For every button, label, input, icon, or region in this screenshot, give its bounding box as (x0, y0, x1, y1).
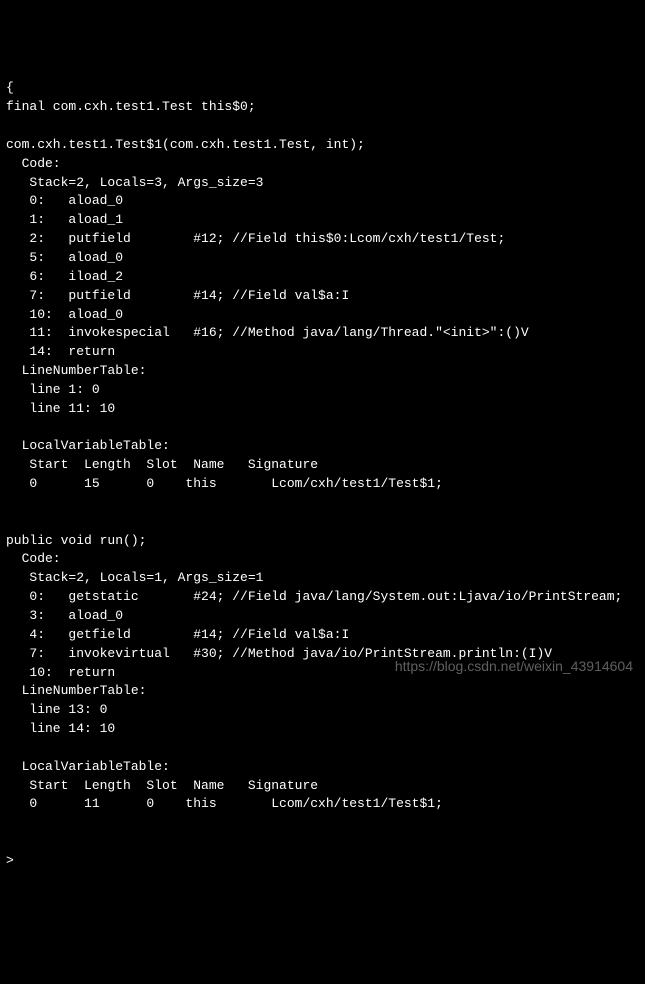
watermark-text: https://blog.csdn.net/weixin_43914604 (395, 656, 633, 676)
terminal-output: { final com.cxh.test1.Test this$0; com.c… (6, 79, 639, 870)
